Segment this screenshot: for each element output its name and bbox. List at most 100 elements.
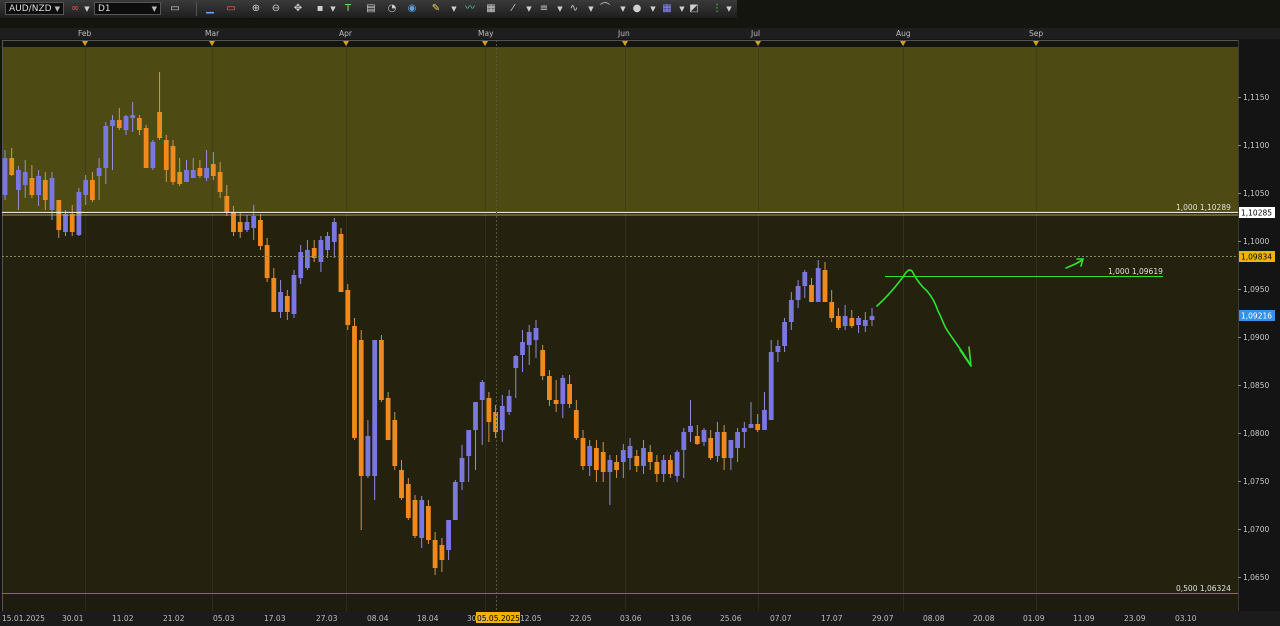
date-label: 22.05: [570, 614, 592, 623]
candle-bull: [190, 170, 196, 178]
price-label: 1,0700: [1243, 525, 1269, 534]
crosshair-date-label: 05.05.2025: [477, 614, 520, 623]
price-label: 1,1150: [1243, 93, 1269, 102]
candle-bull: [788, 300, 794, 322]
bottom-strip: [2, 593, 1238, 611]
candle-bear: [614, 462, 619, 470]
candle-bear: [647, 452, 653, 462]
candle-bear: [547, 376, 552, 400]
date-label: 05.03: [213, 614, 235, 623]
candle-bear: [224, 196, 230, 212]
candle-bull: [533, 328, 539, 340]
candle-bull: [620, 450, 626, 462]
month-label: Jul: [750, 29, 760, 38]
date-label: 20.08: [973, 614, 995, 623]
date-label: 07.07: [770, 614, 792, 623]
candle-bear: [755, 424, 761, 430]
month-label: Mar: [205, 29, 220, 38]
candle-bull: [16, 170, 21, 190]
candle-bear: [694, 436, 700, 444]
candle-bear: [708, 438, 714, 458]
candle-bear: [573, 410, 579, 438]
candle-bull: [419, 500, 425, 538]
candle-bear: [197, 168, 203, 176]
candle-bull: [76, 192, 82, 235]
candle-bull: [184, 170, 189, 182]
price-label: 1,0650: [1243, 573, 1269, 582]
price-label: 1,1100: [1243, 141, 1269, 150]
candle-bear: [432, 540, 438, 568]
candle-bull: [782, 322, 787, 346]
candle-bull: [842, 316, 848, 326]
candle-bear: [439, 545, 445, 560]
candle-bear: [177, 172, 183, 184]
lower-zone: [2, 216, 1238, 593]
candle-bear: [567, 384, 572, 404]
candle-bull: [688, 426, 693, 432]
candle-bear: [721, 432, 727, 458]
candle-bull: [513, 356, 519, 368]
candle-bull: [681, 432, 687, 450]
candle-bear: [9, 158, 15, 175]
candle-bull: [305, 250, 310, 268]
candle-bull: [22, 172, 28, 185]
candle-bear: [237, 222, 243, 232]
candle-bull: [701, 430, 707, 442]
bottom-level-label: 0,500 1,06324: [1176, 584, 1231, 593]
candle-bull: [459, 458, 465, 482]
zone-upper-label: 1,000 1,10289: [1176, 203, 1231, 212]
month-label: Aug: [896, 29, 911, 38]
candle-bear: [822, 270, 828, 302]
candle-bull: [365, 436, 371, 476]
candle-bear: [345, 290, 351, 325]
candle-bull: [251, 216, 257, 228]
month-marker-icon: [755, 41, 761, 46]
candle-bull: [735, 432, 740, 448]
date-label: 17.07: [821, 614, 843, 623]
candle-bull: [627, 446, 633, 458]
candle-bear: [594, 448, 599, 470]
month-marker-icon: [482, 41, 488, 46]
candle-bull: [715, 432, 720, 456]
date-label: 11.02: [112, 614, 134, 623]
candle-bull: [802, 272, 808, 286]
candle-bull: [587, 446, 593, 466]
price-chart[interactable]: Feb Mar Apr May Jun Jul Aug Sep 1,000 1,10289 1…: [0, 0, 1280, 626]
candle-bear: [426, 506, 431, 540]
date-label: 25.06: [720, 614, 742, 623]
candle-bear: [399, 470, 404, 498]
candle-bull: [36, 176, 41, 195]
date-label: 13.06: [670, 614, 692, 623]
candle-bull: [526, 332, 532, 345]
candle-bear: [553, 400, 559, 404]
candle-bull: [473, 402, 478, 430]
candle-bear: [284, 296, 290, 312]
candle-bull: [479, 382, 485, 400]
candle-bear: [412, 500, 418, 536]
candle-bear: [668, 460, 673, 474]
month-label: May: [478, 29, 494, 38]
date-label: 15.01.2025: [2, 614, 45, 623]
date-label: 08.04: [367, 614, 389, 623]
month-marker-icon: [900, 41, 906, 46]
candle-bear: [217, 172, 223, 192]
candle-bear: [580, 438, 586, 466]
candle-bull: [775, 346, 781, 352]
date-label: 27.03: [316, 614, 338, 623]
candle-bull: [452, 482, 458, 520]
candle-bear: [170, 146, 176, 182]
month-label: Apr: [339, 29, 353, 38]
month-marker-icon: [209, 41, 215, 46]
candle-bear: [809, 285, 814, 302]
candle-bull: [446, 520, 451, 550]
candle-bear: [210, 164, 216, 176]
candle-bull: [762, 410, 767, 430]
candle-bull: [83, 180, 89, 195]
candle-bull: [466, 430, 472, 456]
upper-zone: [2, 47, 1238, 213]
candle-bull: [63, 214, 68, 232]
candle-bull: [278, 292, 283, 312]
candle-bear: [385, 398, 391, 440]
candle-bull: [204, 168, 209, 178]
candle-bull: [520, 342, 525, 355]
